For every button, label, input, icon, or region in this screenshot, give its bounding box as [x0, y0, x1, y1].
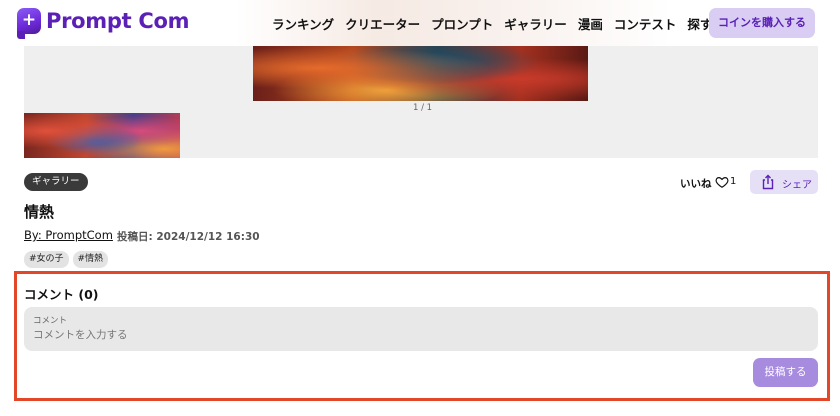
nav-item-ranking[interactable]: ランキング [272, 14, 334, 33]
site-header: + Prompt Com ランキング クリエーター プロンプト ギャラリー 漫画… [0, 0, 840, 46]
share-label: シェア [782, 180, 812, 191]
comment-input[interactable] [33, 327, 793, 343]
main-image[interactable] [253, 46, 588, 101]
tag-chip[interactable]: #情熱 [72, 251, 109, 268]
like-count: 1 [730, 176, 737, 187]
posted-date: 投稿日: 2024/12/12 16:30 [117, 231, 260, 243]
nav-item-manga[interactable]: 漫画 [578, 14, 603, 33]
like-label: いいね [680, 178, 712, 190]
comment-field[interactable]: コメント [24, 307, 818, 351]
author-link[interactable]: By: PromptCom [24, 228, 113, 242]
nav-item-creators[interactable]: クリエーター [345, 14, 420, 33]
tag-list: #女の子 #情熱 [24, 251, 109, 268]
logo-plus-icon: + [17, 8, 41, 39]
logo[interactable]: + Prompt Com [17, 8, 190, 39]
share-icon [762, 174, 774, 190]
comment-field-label: コメント [33, 316, 68, 326]
image-thumbnail[interactable] [24, 113, 180, 158]
post-title: 情熱 [24, 203, 55, 221]
share-button[interactable]: シェア [750, 170, 818, 194]
image-counter: 1 / 1 [413, 103, 433, 113]
heart-icon[interactable] [715, 175, 729, 189]
comment-section: コメント (0) コメント 投稿する [14, 271, 830, 401]
nav-item-prompts[interactable]: プロンプト [431, 14, 493, 33]
submit-comment-button[interactable]: 投稿する [753, 358, 818, 387]
category-badge[interactable]: ギャラリー [24, 173, 88, 191]
nav-item-contest[interactable]: コンテスト [614, 14, 677, 33]
nav-item-gallery[interactable]: ギャラリー [504, 14, 567, 33]
buy-coin-button[interactable]: コインを購入する [709, 8, 815, 38]
logo-text: Prompt Com [46, 9, 190, 33]
main-nav: ランキング クリエーター プロンプト ギャラリー 漫画 コンテスト 探す [272, 14, 723, 33]
tag-chip[interactable]: #女の子 [24, 251, 69, 268]
comment-heading: コメント (0) [24, 287, 99, 302]
image-gallery: 1 / 1 [24, 46, 818, 158]
